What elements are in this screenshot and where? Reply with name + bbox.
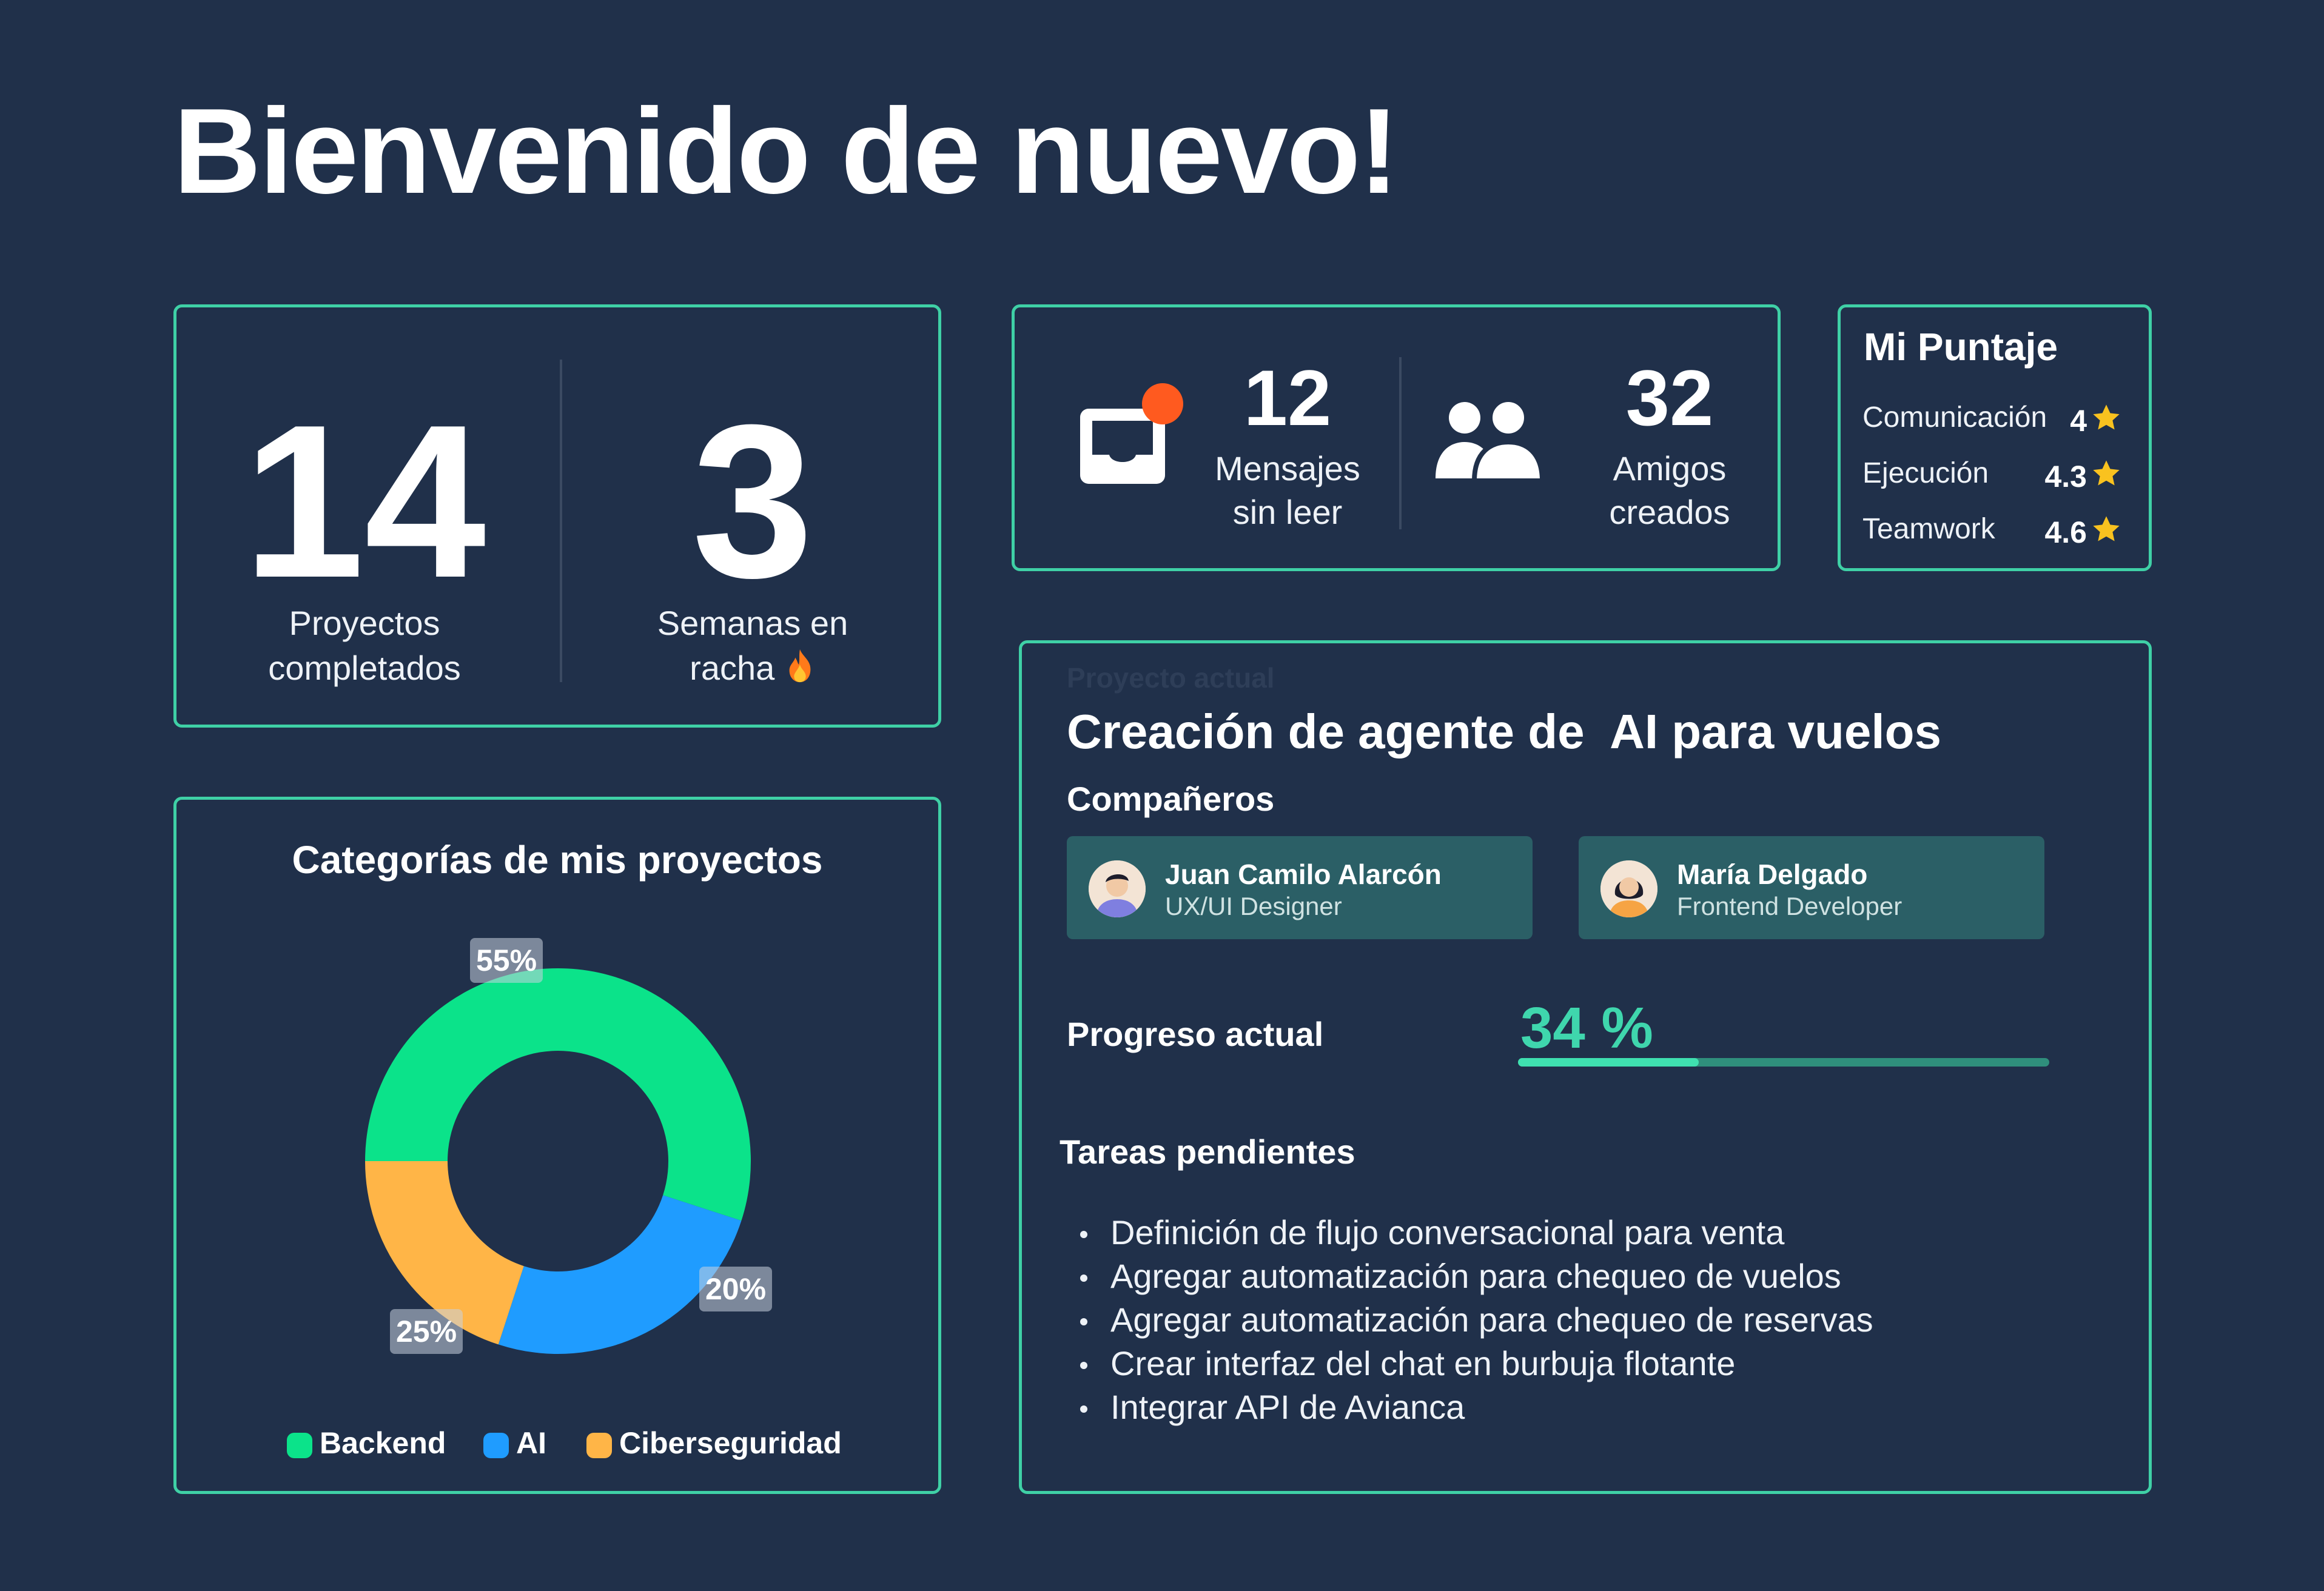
messages-value: 12 — [1243, 353, 1332, 442]
project-title: Creación de agente de AI para vuelos — [1067, 705, 1941, 759]
legend-label: AI — [516, 1426, 546, 1460]
legend-item-backend: Backend — [287, 1425, 446, 1461]
current-project-card: Proyecto actual Creación de agente de AI… — [1019, 640, 2152, 1494]
progress-label: Progreso actual — [1067, 1015, 1324, 1053]
teammate-role: UX/UI Designer — [1165, 892, 1342, 920]
messages-label-line1: Mensajes — [1215, 449, 1360, 487]
avatar-illustration — [1089, 860, 1146, 917]
stats-card: 14 Proyectos completados 3 Semanas en ra… — [173, 304, 941, 728]
score-title: Mi Puntaje — [1864, 325, 2058, 369]
messages-label-line2: sin leer — [1232, 493, 1343, 531]
tasks-label: Tareas pendientes — [1060, 1133, 1355, 1171]
stats-divider — [560, 360, 562, 682]
score-row-teamwork: Teamwork 4.6 — [1862, 507, 2129, 550]
task-item[interactable]: Agregar automatización para chequeo de v… — [1060, 1254, 1873, 1298]
friends-label: Amigos creados — [1579, 447, 1761, 534]
task-item[interactable]: Integrar API de Avianca — [1060, 1385, 1873, 1429]
slice-percent-badge: 55% — [470, 938, 543, 983]
score-value: 4.6 — [2044, 515, 2087, 549]
weeks-label-racha: racha — [690, 649, 775, 687]
score-row-communication: Comunicación 4 — [1862, 396, 2129, 438]
star-icon — [2093, 516, 2120, 541]
task-item[interactable]: Definición de flujo conversacional para … — [1060, 1211, 1873, 1254]
weeks-label-line1: Semanas en — [657, 604, 848, 642]
legend-item-ai: AI — [483, 1425, 546, 1461]
legend-swatch — [287, 1433, 312, 1458]
score-row-execution: Ejecución 4.3 — [1862, 452, 2129, 494]
avatar — [1089, 860, 1146, 917]
score-card: Mi Puntaje Comunicación 4 Ejecución 4.3 … — [1838, 304, 2152, 571]
social-divider — [1399, 357, 1402, 529]
teammate-name: María Delgado — [1677, 859, 1868, 890]
progress-bar — [1518, 1058, 2049, 1067]
categories-chart-card: Categorías de mis proyectos 55% 25% 20% Ba… — [173, 797, 941, 1494]
legend-item-ciberseguridad: Ciberseguridad — [586, 1425, 842, 1461]
users-icon[interactable] — [1428, 394, 1550, 491]
star-icon — [2093, 404, 2120, 430]
page-title: Bienvenido de nuevo! — [173, 84, 1399, 219]
chart-legend: Backend AI Ciberseguridad — [176, 1425, 938, 1468]
chart-title: Categorías de mis proyectos — [292, 838, 823, 882]
score-value: 4 — [2070, 404, 2087, 438]
weeks-streak-value: 3 — [691, 380, 814, 623]
legend-swatch — [483, 1433, 509, 1458]
progress-bar-fill — [1518, 1058, 1699, 1067]
slice-percent-badge: 25% — [390, 1309, 463, 1354]
projects-completed-label: Proyectos completados — [231, 601, 498, 691]
score-name: Teamwork — [1862, 513, 1995, 545]
inbox-icon[interactable] — [1075, 377, 1191, 498]
score-name: Comunicación — [1862, 401, 2047, 434]
task-list: Definición de flujo conversacional para … — [1060, 1211, 1873, 1429]
projects-label-line2: completados — [268, 649, 461, 687]
friends-value: 32 — [1625, 353, 1714, 442]
weeks-streak-label: Semanas en racha — [601, 601, 904, 691]
teammate-card[interactable]: María Delgado Frontend Developer — [1579, 836, 2044, 939]
teammate-role: Frontend Developer — [1677, 892, 1903, 920]
friends-label-line2: creados — [1609, 493, 1730, 531]
score-value: 4.3 — [2044, 460, 2087, 494]
score-name: Ejecución — [1862, 457, 1989, 489]
projects-label-line1: Proyectos — [289, 604, 440, 642]
fire-icon — [789, 649, 811, 683]
teammate-card[interactable]: Juan Camilo Alarcón UX/UI Designer — [1067, 836, 1533, 939]
projects-completed-value: 14 — [243, 380, 486, 623]
star-icon — [2093, 460, 2120, 486]
progress-percent: 34 % — [1520, 996, 1653, 1060]
avatar — [1600, 860, 1657, 917]
teammate-name: Juan Camilo Alarcón — [1165, 859, 1442, 890]
legend-label: Ciberseguridad — [619, 1426, 842, 1460]
slice-percent-badge: 20% — [699, 1267, 773, 1311]
messages-label: Mensajes sin leer — [1197, 447, 1379, 534]
task-item[interactable]: Agregar automatización para chequeo de r… — [1060, 1298, 1873, 1342]
project-section-label: Proyecto actual — [1067, 662, 1275, 694]
legend-label: Backend — [320, 1426, 446, 1460]
task-item[interactable]: Crear interfaz del chat en burbuja flota… — [1060, 1342, 1873, 1385]
weeks-label-line2: racha — [601, 646, 904, 691]
social-card: 12 Mensajes sin leer 32 Amigos creados — [1012, 304, 1781, 571]
friends-label-line1: Amigos — [1613, 449, 1727, 487]
avatar-illustration — [1600, 860, 1657, 917]
teammates-label: Compañeros — [1067, 780, 1275, 818]
legend-swatch — [586, 1433, 612, 1458]
